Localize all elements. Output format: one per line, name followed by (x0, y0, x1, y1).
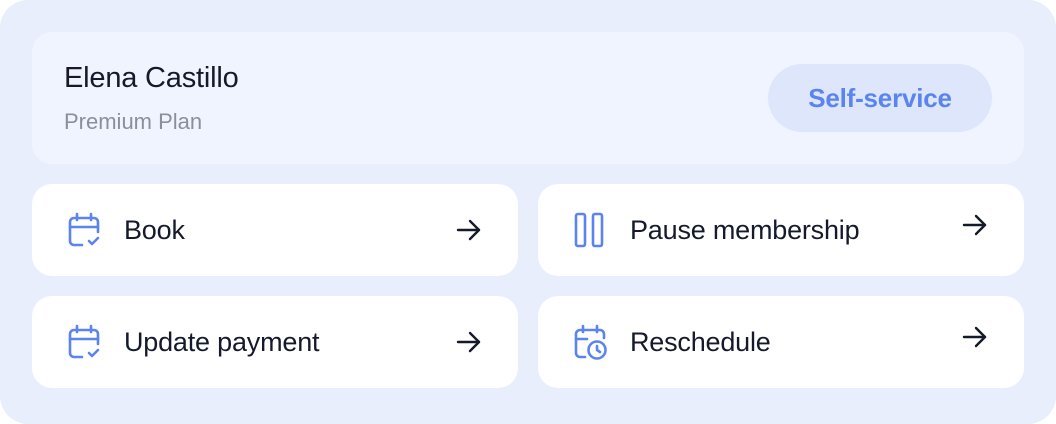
pause-membership-button[interactable]: Pause membership (538, 184, 1024, 276)
plan-name: Premium Plan (64, 109, 203, 134)
self-service-badge: Self-service (768, 64, 992, 132)
pause-icon (574, 212, 604, 248)
reschedule-button[interactable]: Reschedule (538, 296, 1024, 388)
self-service-panel: Elena Castillo Premium Plan Self-service… (0, 0, 1056, 424)
profile-card: Elena Castillo Premium Plan Self-service (32, 32, 1024, 164)
book-button[interactable]: Book (32, 184, 518, 276)
arrow-right-icon (456, 331, 481, 353)
calendar-check-icon (68, 212, 100, 247)
pause-membership-label: Pause membership (630, 215, 860, 245)
book-label: Book (124, 215, 185, 245)
reschedule-label: Reschedule (630, 327, 771, 357)
arrow-right-icon (456, 219, 481, 241)
arrow-right-icon (962, 214, 987, 236)
update-payment-button[interactable]: Update payment (32, 296, 518, 388)
user-name: Elena Castillo (64, 62, 239, 94)
update-payment-label: Update payment (124, 327, 320, 357)
calendar-clock-icon (574, 324, 607, 360)
calendar-check-icon (68, 324, 100, 359)
arrow-right-icon (962, 326, 987, 348)
